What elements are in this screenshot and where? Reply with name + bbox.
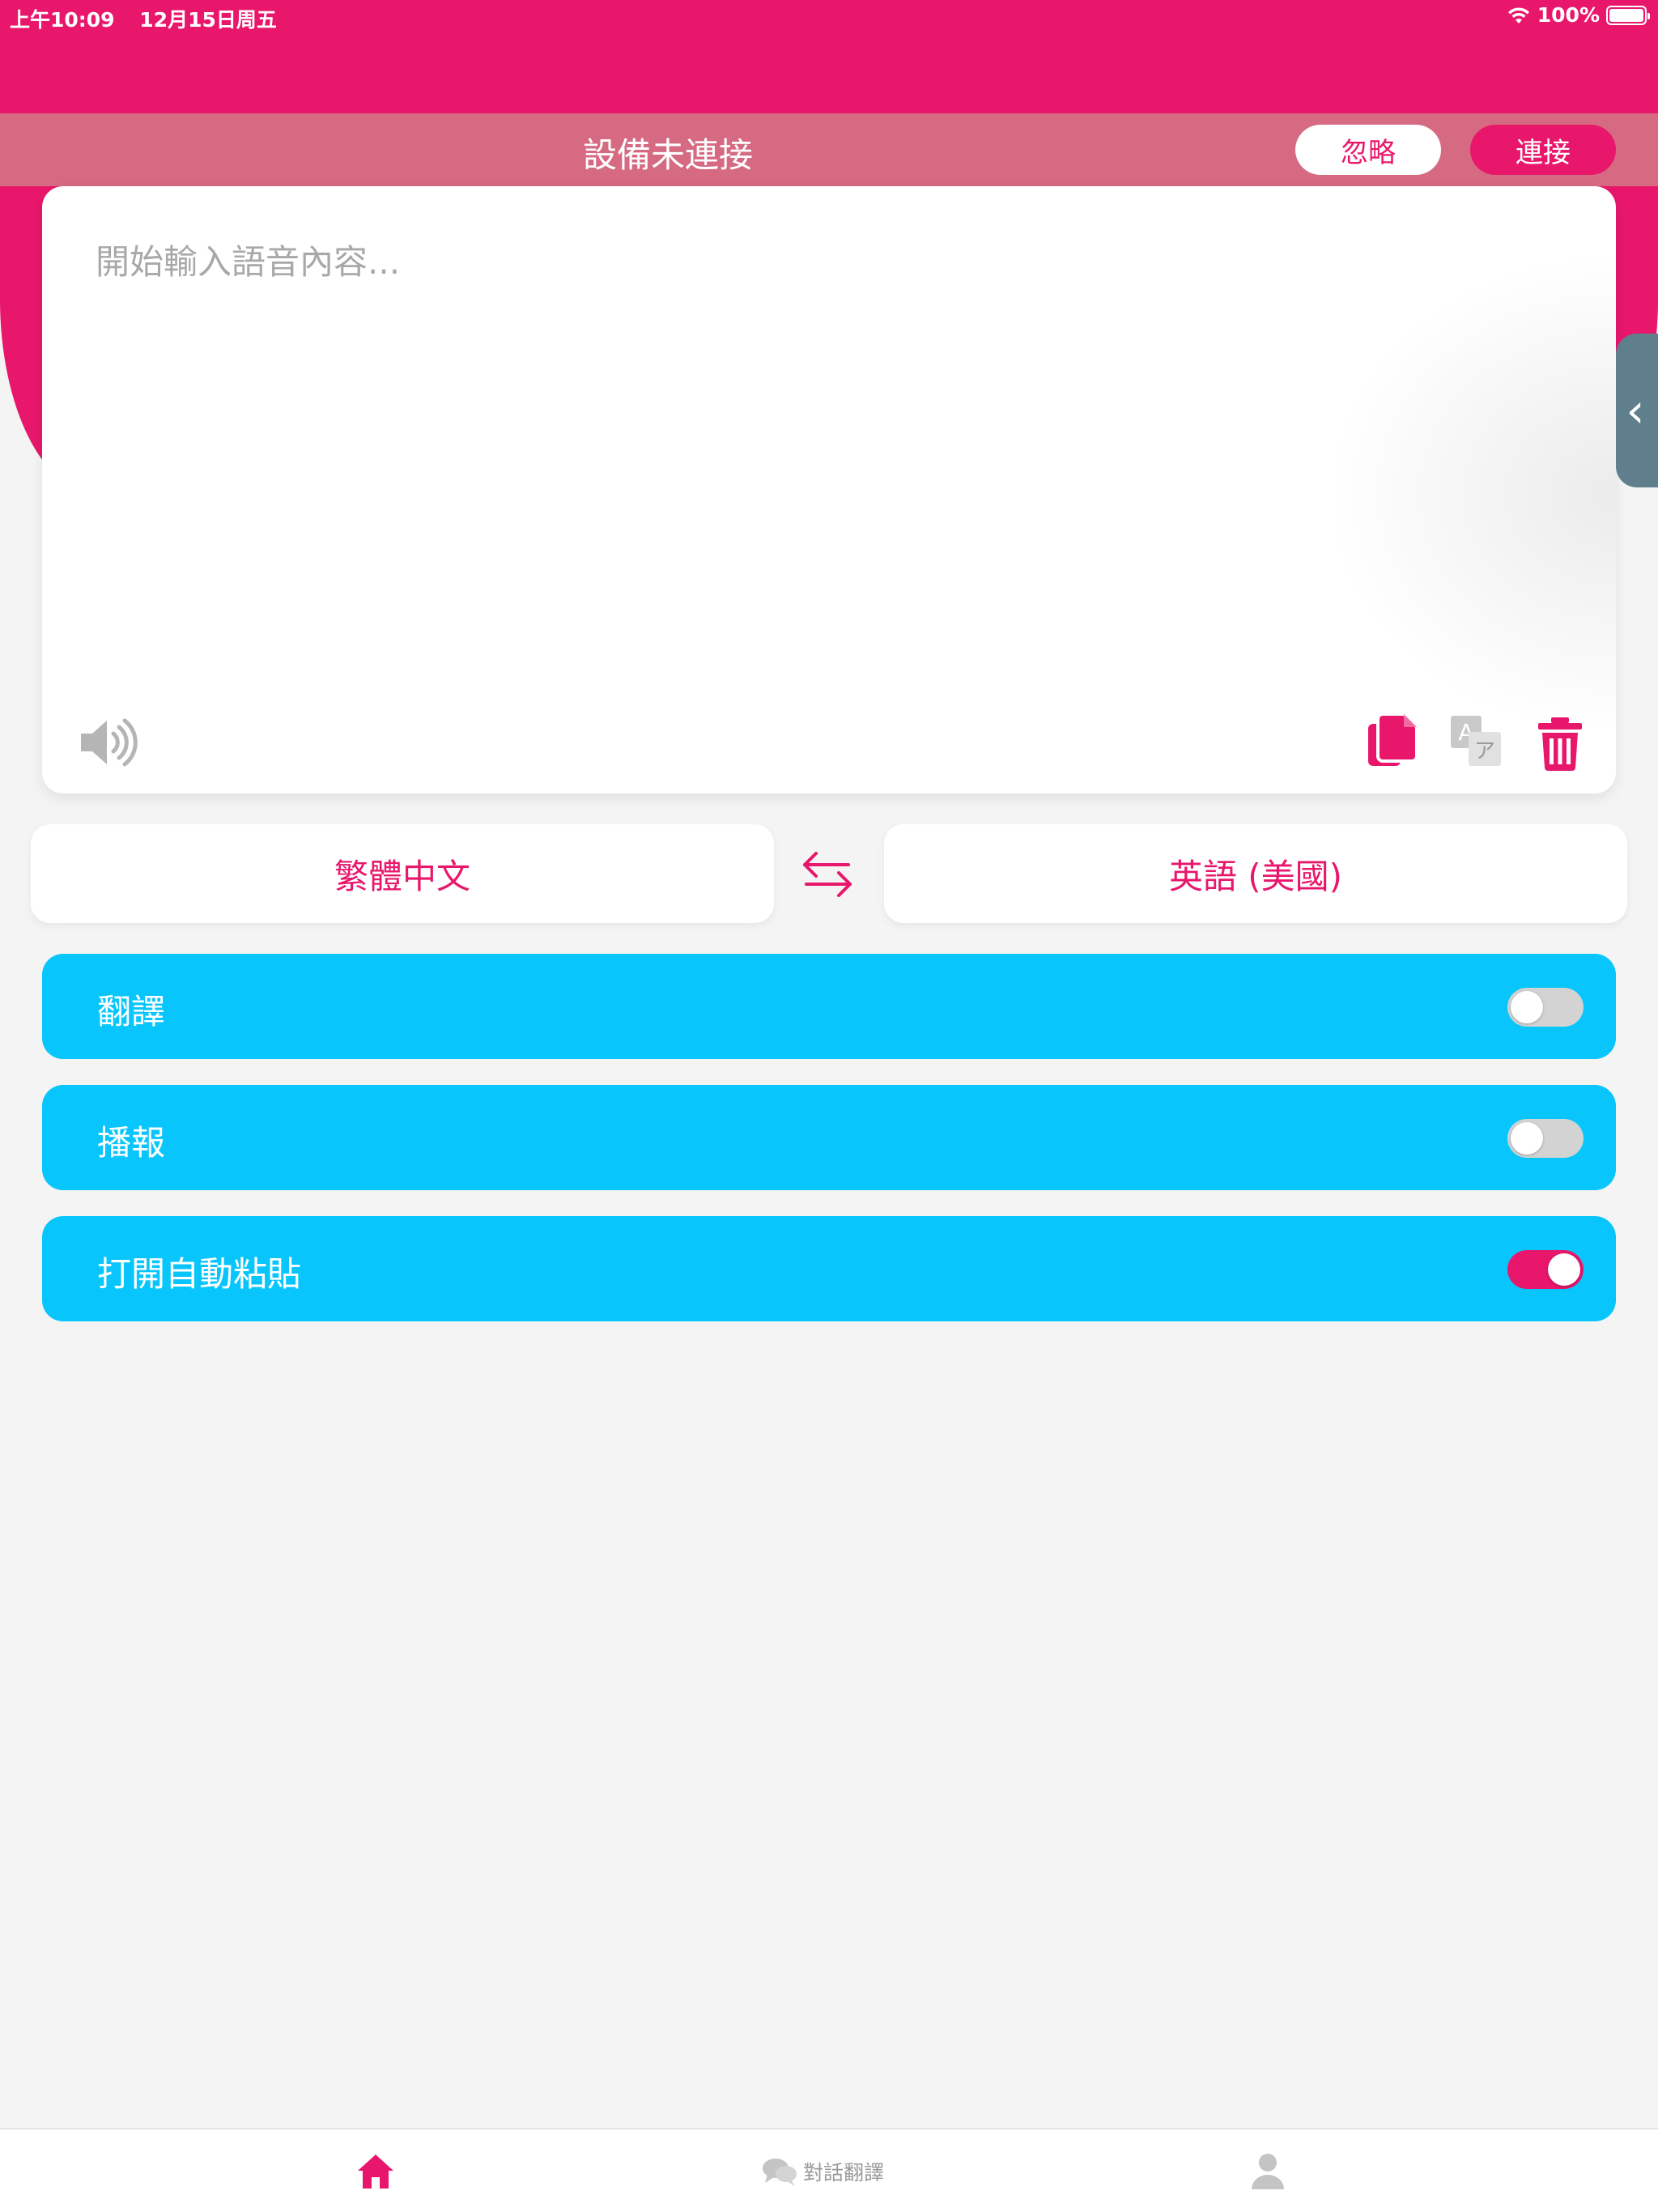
switch-knob: [1511, 1122, 1543, 1155]
broadcast-toggle-row[interactable]: 播報: [42, 1085, 1616, 1190]
swap-languages-icon[interactable]: [800, 845, 855, 902]
side-drawer-handle[interactable]: ‹: [1616, 334, 1658, 487]
chat-bubbles-icon: [763, 2159, 797, 2186]
translate-label: 翻譯: [97, 992, 166, 1032]
status-time: 上午10:09: [10, 8, 115, 32]
chevron-left-icon: ‹: [1626, 383, 1645, 438]
tab-profile[interactable]: [1250, 2129, 1286, 2212]
voice-text-card[interactable]: 開始輸入語音內容... A ア: [42, 186, 1616, 793]
status-right: 100%: [1507, 3, 1650, 27]
wifi-icon: [1507, 6, 1529, 23]
copy-icon[interactable]: [1367, 713, 1420, 771]
tab-conversation-label: 對話翻譯: [803, 2161, 885, 2184]
tab-bar: 對話翻譯: [0, 2128, 1658, 2212]
broadcast-switch[interactable]: [1507, 1119, 1584, 1158]
card-shade: [1324, 251, 1616, 737]
banner-title: 設備未連接: [582, 135, 753, 175]
trash-icon[interactable]: [1535, 716, 1585, 771]
tab-conversation[interactable]: 對話翻譯: [761, 2129, 884, 2212]
tab-home[interactable]: [356, 2129, 395, 2212]
voice-text-placeholder[interactable]: 開始輸入語音內容...: [96, 235, 400, 284]
auto-paste-toggle-row[interactable]: 打開自動粘貼: [42, 1216, 1616, 1321]
source-language-button[interactable]: 繁體中文: [31, 824, 774, 923]
status-date: 12月15日周五: [139, 8, 277, 32]
person-icon: [1252, 2154, 1284, 2189]
switch-knob: [1548, 1253, 1580, 1286]
broadcast-label: 播報: [97, 1123, 166, 1163]
ignore-button[interactable]: 忽略: [1295, 125, 1441, 175]
translate-icon[interactable]: A ア: [1448, 713, 1504, 769]
auto-paste-switch[interactable]: [1507, 1250, 1584, 1289]
home-icon: [358, 2155, 393, 2189]
svg-text:ア: ア: [1474, 739, 1495, 764]
translate-switch[interactable]: [1507, 988, 1584, 1027]
switch-knob: [1511, 991, 1543, 1023]
status-left: 上午10:09 12月15日周五: [10, 4, 277, 33]
target-language-button[interactable]: 英語 (美國): [884, 824, 1627, 923]
auto-paste-label: 打開自動粘貼: [97, 1254, 302, 1294]
status-bar: 上午10:09 12月15日周五 100%: [0, 0, 1658, 34]
translate-toggle-row[interactable]: 翻譯: [42, 954, 1616, 1059]
battery-icon: [1606, 5, 1650, 25]
battery-percent: 100%: [1537, 3, 1600, 27]
connect-button[interactable]: 連接: [1470, 125, 1616, 175]
speaker-icon[interactable]: [76, 711, 139, 774]
connection-banner: 設備未連接 忽略 連接: [0, 113, 1658, 186]
